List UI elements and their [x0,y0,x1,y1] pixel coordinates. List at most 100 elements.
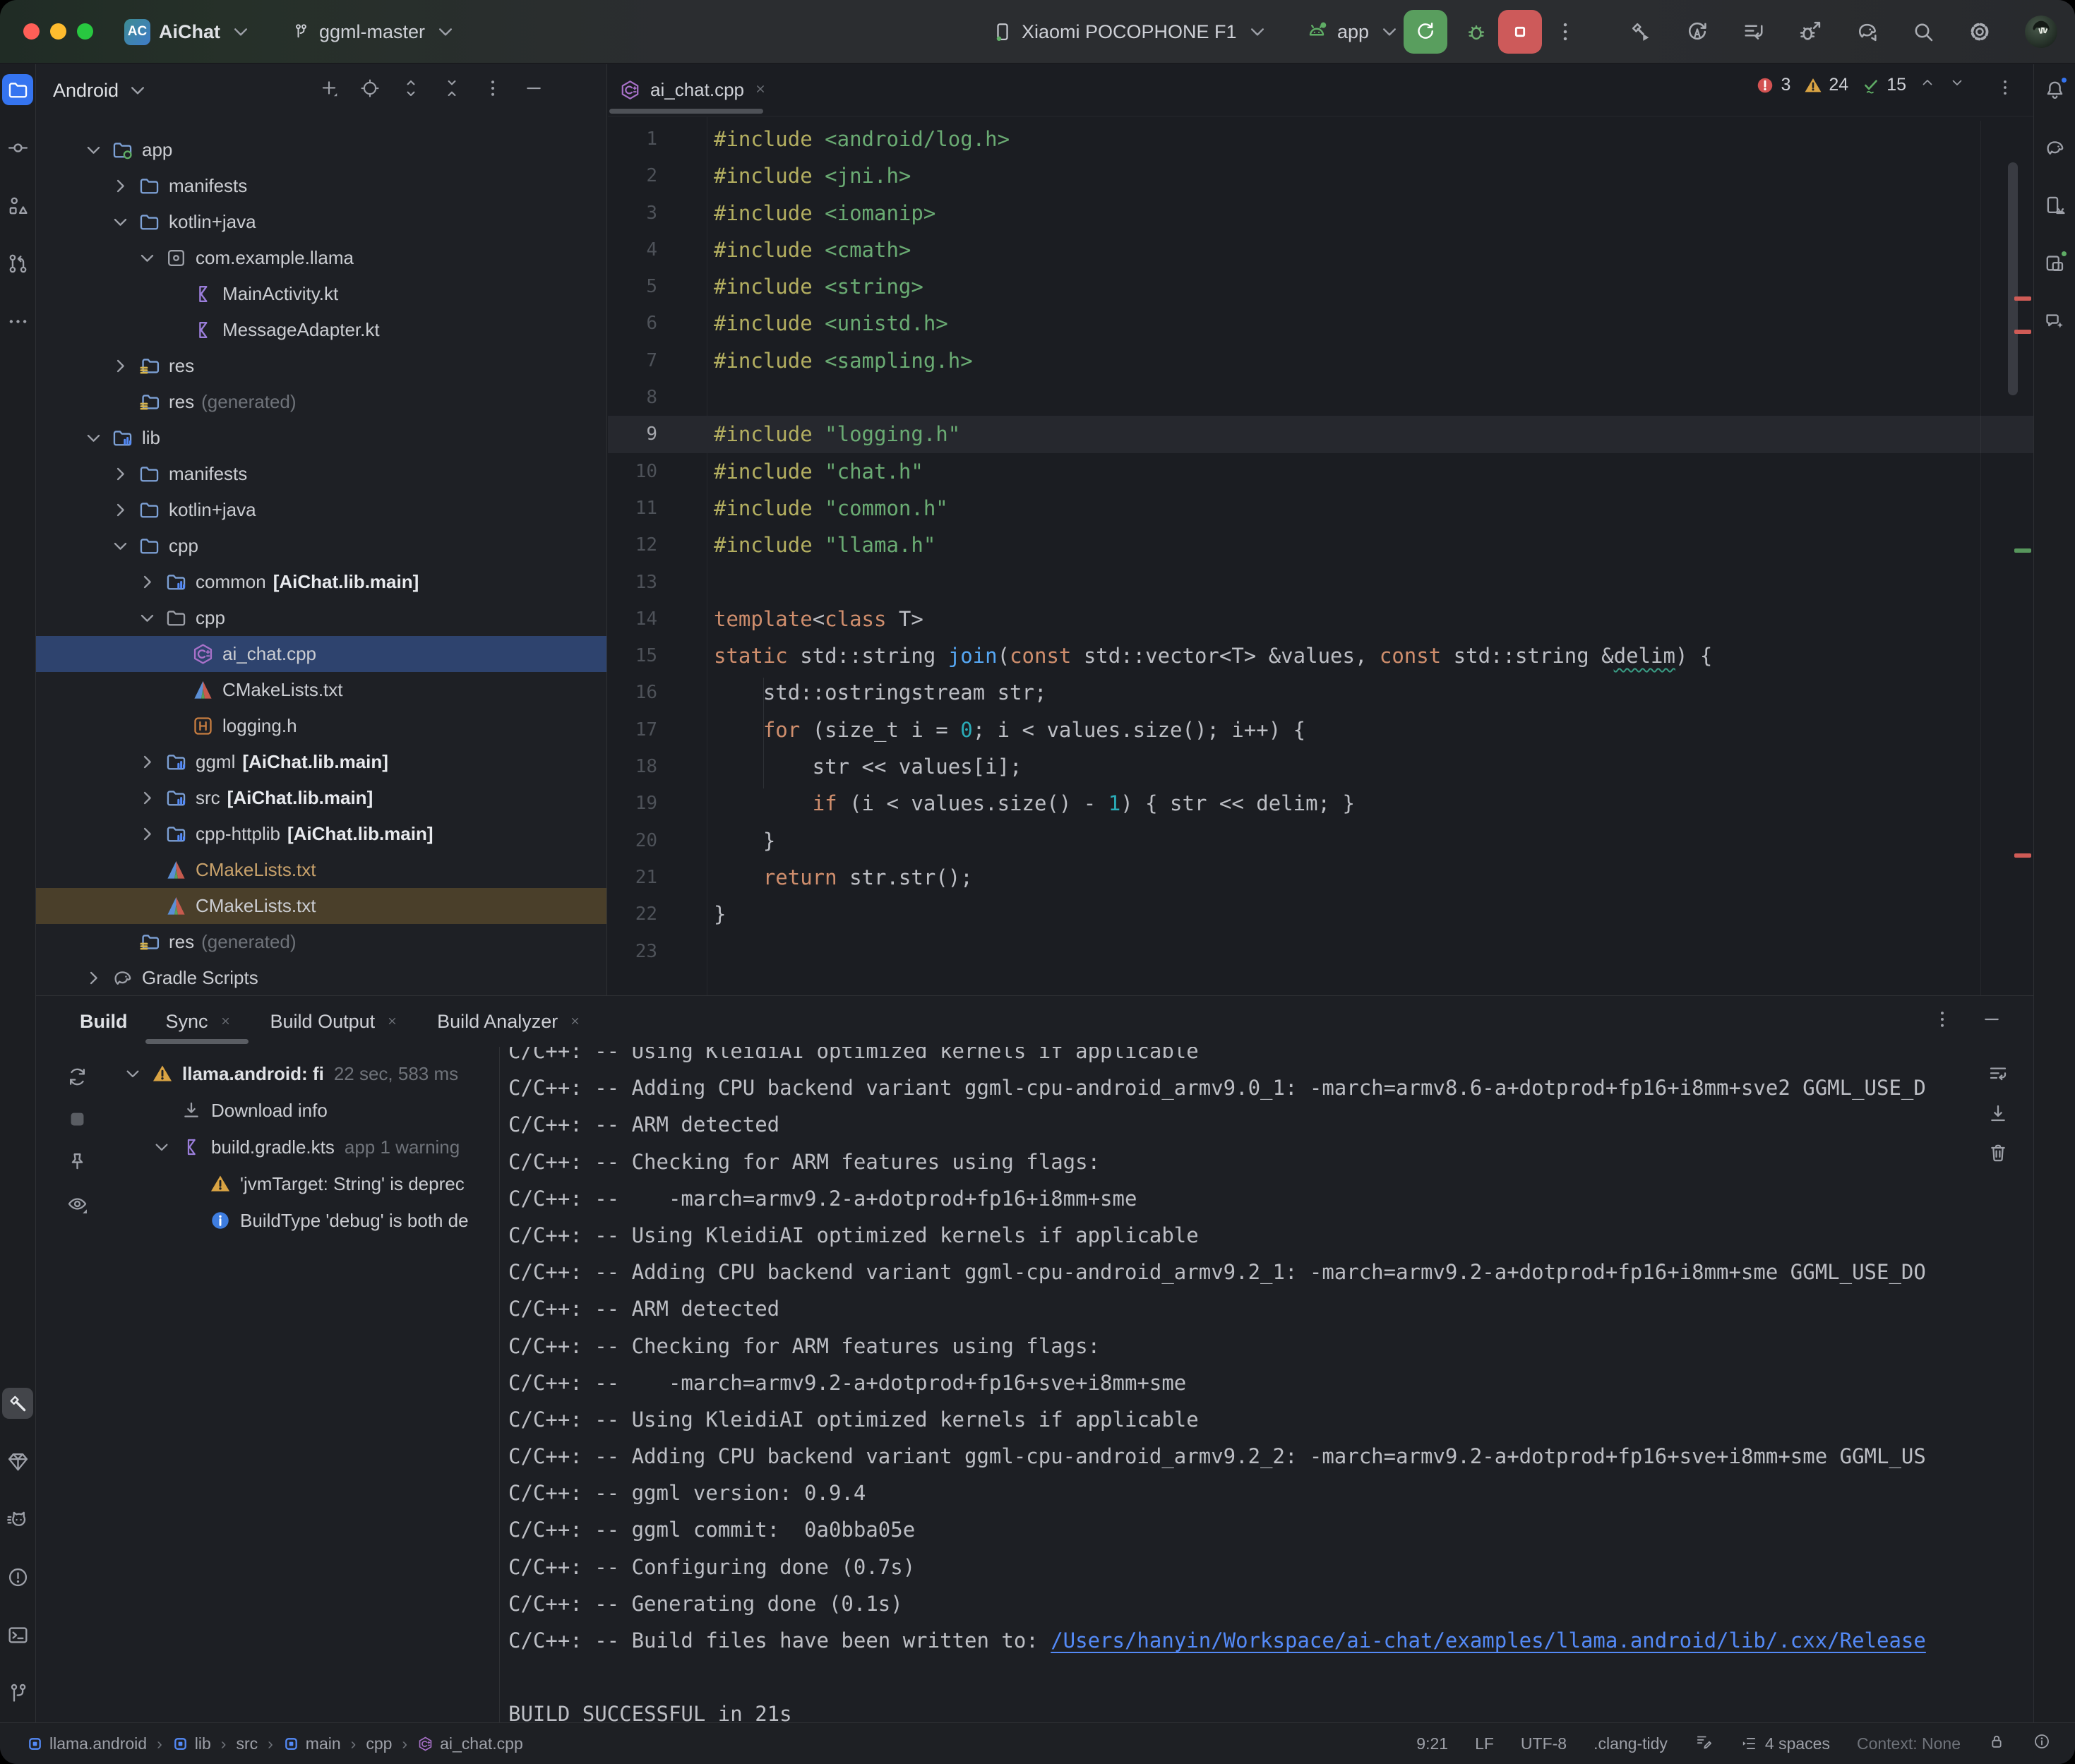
minimize-window-button[interactable] [50,23,66,40]
tree-item-manifests[interactable]: manifests [36,456,606,492]
prev-problem-button[interactable] [1919,74,1936,96]
code-line-17[interactable]: 17 for (size_t i = 0; i < values.size();… [608,712,2033,748]
inspections-widget[interactable]: 3 24 15 [1755,74,1966,96]
tree-item-res[interactable]: res(generated) [36,384,606,420]
breadcrumb-ai-chat-cpp[interactable]: ai_chat.cpp [417,1734,523,1753]
tree-item-cmakelists-txt[interactable]: CMakeLists.txt [36,672,606,708]
code-line-21[interactable]: 21 return str.str(); [608,859,2033,896]
tree-item-cpp-httplib[interactable]: cpp-httplib[AiChat.lib.main] [36,816,606,852]
code-line-9[interactable]: 9#include "logging.h" [608,416,2033,452]
notifications-tool-button[interactable] [2039,74,2070,105]
tree-item-cpp[interactable]: cpp [36,600,606,636]
tree-item-kotlin-java[interactable]: kotlin+java [36,204,606,240]
stop-button[interactable] [1498,10,1542,54]
tree-item-common[interactable]: common[AiChat.lib.main] [36,564,606,600]
tree-item-ai-chat-cpp[interactable]: ai_chat.cpp [36,636,606,672]
app-quality-insights-tool-button[interactable] [2,1446,33,1477]
close-window-button[interactable] [23,23,40,40]
code-line-7[interactable]: 7#include <sampling.h> [608,342,2033,379]
project-selector[interactable]: AC AiChat [124,0,253,64]
structure-tool-button[interactable] [2,190,33,221]
code-line-18[interactable]: 18 str << values[i]; [608,748,2033,785]
run-more-button[interactable] [1549,10,1581,54]
code-line-20[interactable]: 20 } [608,822,2033,859]
tree-item-app[interactable]: app [36,132,606,168]
options-button[interactable] [482,78,503,104]
breadcrumb-src[interactable]: src [236,1734,258,1753]
tree-item-cmakelists-txt[interactable]: CMakeLists.txt [36,888,606,924]
sync-gradle-button[interactable] [1853,18,1880,45]
lock-widget[interactable] [1987,1732,2006,1755]
tree-item-cpp[interactable]: cpp [36,528,606,564]
pin-button[interactable] [61,1146,92,1177]
logcat-tool-button[interactable] [2,1504,33,1535]
gradle-tool-button[interactable] [2039,132,2070,163]
line-separator[interactable]: LF [1475,1734,1494,1753]
sync-tree-item[interactable]: BuildType 'debug' is both de [107,1202,499,1239]
soft-wrap-button[interactable] [1983,1058,2014,1089]
tree-item-mainactivity-kt[interactable]: MainActivity.kt [36,276,606,312]
error-count[interactable]: 3 [1755,75,1790,95]
build-tool-button[interactable] [2,1388,33,1419]
rerun-button[interactable] [1404,10,1447,54]
sync-tree-item[interactable]: Download info [107,1092,499,1129]
tree-item-lib[interactable]: lib [36,420,606,456]
editor-scrollbar[interactable] [2008,162,2018,395]
build-tab-sync[interactable]: Sync [166,1011,232,1033]
collapse-all-button[interactable] [441,78,462,104]
attach-debugger-button[interactable] [1797,18,1824,45]
build-minimize-button[interactable] [1981,1009,2002,1035]
build-options-button[interactable] [1932,1009,1953,1035]
code-line-8[interactable]: 8 [608,379,2033,416]
code-line-12[interactable]: 12#include "llama.h" [608,527,2033,563]
add-button[interactable] [318,78,340,104]
breadcrumb-main[interactable]: main [283,1734,341,1753]
device-selector[interactable]: Xiaomi POCOPHONE F1 [992,0,1269,64]
problems-tool-button[interactable] [2,1561,33,1592]
breadcrumb-cpp[interactable]: cpp [366,1734,392,1753]
tree-item-logging-h[interactable]: logging.h [36,708,606,744]
file-encoding[interactable]: UTF-8 [1521,1734,1567,1753]
editor-options-button[interactable] [1995,78,2015,102]
device-manager-tool-button[interactable] [2039,190,2070,221]
clear-button[interactable] [1983,1137,2014,1168]
code-line-10[interactable]: 10#include "chat.h" [608,453,2033,490]
code-line-23[interactable]: 23 [608,933,2033,970]
tree-item-src[interactable]: src[AiChat.lib.main] [36,780,606,816]
code-line-4[interactable]: 4#include <cmath> [608,232,2033,268]
recent-changes-button[interactable] [1740,18,1767,45]
hide-button[interactable] [523,78,544,104]
tree-item-res[interactable]: res(generated) [36,924,606,960]
terminal-tool-button[interactable] [2,1619,33,1650]
expand-all-button[interactable] [400,78,421,104]
tree-item-com-example-llama[interactable]: com.example.llama [36,240,606,276]
tree-item-manifests[interactable]: manifests [36,168,606,204]
tree-item-ggml[interactable]: ggml[AiChat.lib.main] [36,744,606,780]
commit-tool-button[interactable] [2,132,33,163]
error-stripe-mark[interactable] [2014,330,2031,334]
tab-close-button[interactable] [753,79,767,101]
code-line-15[interactable]: 15static std::string join(const std::vec… [608,637,2033,674]
apply-changes-button[interactable] [1684,18,1711,45]
code-line-13[interactable]: 13 [608,564,2033,601]
code-style-widget[interactable] [1694,1732,1713,1755]
code-line-16[interactable]: 16 std::ostringstream str; [608,674,2033,711]
more-tool-button[interactable] [2,306,33,337]
power-save-widget[interactable] [2033,1732,2051,1755]
code-line-14[interactable]: 14template<class T> [608,601,2033,637]
avatar[interactable] [2025,16,2057,48]
inspection-profile[interactable]: .clang-tidy [1593,1734,1668,1753]
warning-count[interactable]: 24 [1803,75,1848,95]
locate-button[interactable] [359,78,381,104]
code-line-5[interactable]: 5#include <string> [608,268,2033,305]
settings-button[interactable] [1966,18,1993,45]
stop-filled-button[interactable] [61,1103,92,1134]
sync-tree-item[interactable]: build.gradle.ktsapp 1 warning [107,1129,499,1165]
code-line-1[interactable]: 1#include <android/log.h> [608,121,2033,157]
context-widget[interactable]: Context: None [1857,1734,1961,1753]
tree-item-kotlin-java[interactable]: kotlin+java [36,492,606,528]
code-line-11[interactable]: 11#include "common.h" [608,490,2033,527]
project-view-selector[interactable]: Android [53,80,119,102]
tree-item-gradle-scripts[interactable]: Gradle Scripts [36,960,606,995]
tree-item-res[interactable]: res [36,348,606,384]
